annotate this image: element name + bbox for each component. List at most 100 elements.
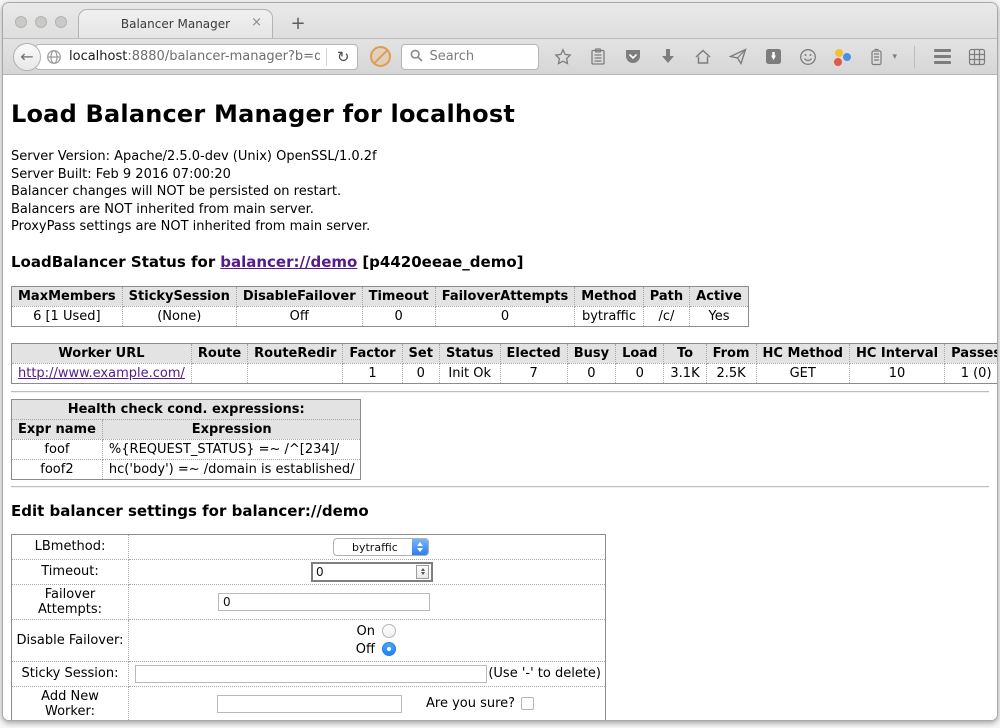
tab-balancer-manager[interactable]: Balancer Manager ×	[78, 9, 273, 38]
add-worker-label: Add New Worker:	[12, 686, 129, 720]
are-you-sure-checkbox[interactable]	[521, 697, 534, 710]
tiles-grid-icon[interactable]	[967, 47, 987, 67]
health-table-row-foof: foof %{REQUEST_STATUS} =~ /^[234]/	[12, 439, 361, 459]
battery-panel-icon[interactable]	[866, 47, 886, 67]
notice-balancers: Balancers are NOT inherited from main se…	[11, 201, 989, 219]
radio-off-label: Off	[345, 642, 375, 657]
content-blocked-icon[interactable]	[370, 46, 391, 67]
cell-expression-foof: %{REQUEST_STATUS} =~ /^[234]/	[102, 439, 361, 459]
bookmark-star-icon[interactable]	[553, 47, 573, 67]
browser-window: Balancer Manager × + ← localhost:8880/ba…	[2, 2, 998, 721]
tab-close-icon[interactable]: ×	[251, 16, 262, 30]
worker-table-row: http://www.example.com/ 1 0 Init Ok 7 0 …	[12, 363, 998, 383]
add-worker-row: Add New Worker: Are you sure?	[12, 686, 606, 720]
zoom-window-button[interactable]	[55, 16, 67, 28]
col-passes: Passes	[945, 343, 997, 363]
addon-colordots-icon[interactable]	[833, 48, 851, 66]
timeout-row: Timeout: 0	[12, 559, 606, 584]
server-built: Server Built: Feb 9 2016 07:00:20	[11, 166, 989, 184]
new-tab-button[interactable]: +	[286, 13, 310, 34]
url-text[interactable]: localhost:8880/balancer-manager?b=demo&n…	[69, 49, 320, 64]
balancer-demo-link[interactable]: balancer://demo	[220, 253, 357, 271]
navigation-toolbar: ← localhost:8880/balancer-manager?b=demo…	[3, 39, 997, 75]
server-version: Server Version: Apache/2.5.0-dev (Unix) …	[11, 148, 989, 166]
failover-attempts-input[interactable]: 0	[218, 593, 430, 611]
cell-factor: 1	[343, 363, 402, 383]
failover-row: Failover Attempts: 0	[12, 584, 606, 619]
worker-table: Worker URL Route RouteRedir Factor Set S…	[11, 343, 997, 384]
balancer-settings-form: LBmethod: bytraffic Timeout: 0	[11, 534, 606, 721]
search-bar[interactable]: Search	[401, 44, 539, 70]
url-host: localhost	[69, 49, 127, 64]
cell-from: 2.5K	[706, 363, 756, 383]
tab-title: Balancer Manager	[121, 17, 230, 31]
disable-failover-row: Disable Failover: On Off	[12, 619, 606, 661]
download-icon[interactable]	[658, 47, 678, 67]
title-bar: Balancer Manager × +	[3, 3, 997, 39]
failover-label: Failover Attempts:	[12, 584, 129, 619]
col-set: Set	[402, 343, 439, 363]
back-button[interactable]: ←	[13, 43, 41, 71]
home-icon[interactable]	[693, 47, 713, 67]
cell-expr-name-foof2: foof2	[12, 459, 103, 479]
col-timeout: Timeout	[362, 286, 435, 306]
cell-set: 0	[402, 363, 439, 383]
window-controls[interactable]	[15, 16, 67, 28]
add-worker-input[interactable]	[217, 695, 402, 713]
toolbar-separator	[914, 46, 915, 68]
sticky-session-input[interactable]	[135, 665, 487, 683]
col-maxmembers: MaxMembers	[12, 286, 123, 306]
lbmethod-select[interactable]: bytraffic	[333, 538, 429, 556]
col-active: Active	[690, 286, 749, 306]
timeout-input[interactable]: 0	[311, 562, 433, 582]
cell-expr-name-foof: foof	[12, 439, 103, 459]
divider-1	[11, 391, 989, 393]
health-table-title: Health check cond. expressions:	[12, 399, 361, 419]
bookmarks-menu-icon[interactable]	[588, 47, 608, 67]
menu-icon[interactable]	[932, 47, 952, 67]
reload-icon[interactable]: ↻	[333, 48, 354, 66]
minimize-window-button[interactable]	[35, 16, 47, 28]
col-worker-url: Worker URL	[12, 343, 192, 363]
worker-url-link[interactable]: http://www.example.com/	[18, 366, 185, 381]
search-placeholder: Search	[429, 49, 474, 64]
save-page-icon[interactable]	[763, 47, 783, 67]
col-failoverattempts: FailoverAttempts	[435, 286, 575, 306]
url-path: :8880/balancer-manager?b=demo&nonce=decc…	[127, 49, 320, 64]
health-table-title-row: Health check cond. expressions:	[12, 399, 361, 419]
timeout-value: 0	[313, 565, 416, 579]
pocket-icon[interactable]	[623, 47, 643, 67]
server-info: Server Version: Apache/2.5.0-dev (Unix) …	[11, 148, 989, 236]
col-expr-name: Expr name	[12, 419, 103, 439]
notice-proxypass: ProxyPass settings are NOT inherited fro…	[11, 218, 989, 236]
radio-off[interactable]	[382, 642, 396, 656]
panel-dropdown-caret[interactable]: ▾	[892, 52, 897, 62]
cell-path: /c/	[643, 306, 689, 326]
cell-maxmembers: 6 [1 Used]	[12, 306, 123, 326]
cell-busy: 0	[567, 363, 615, 383]
col-busy: Busy	[567, 343, 615, 363]
page-title: Load Balancer Manager for localhost	[11, 100, 989, 128]
cell-method: bytraffic	[575, 306, 643, 326]
select-stepper-icon	[412, 539, 428, 555]
close-window-button[interactable]	[15, 16, 27, 28]
cell-hc-method: GET	[756, 363, 849, 383]
col-from: From	[706, 343, 756, 363]
cell-disablefailover: Off	[236, 306, 362, 326]
back-icon: ←	[20, 47, 33, 66]
lbmethod-selected-value: bytraffic	[334, 539, 412, 555]
url-bar[interactable]: localhost:8880/balancer-manager?b=demo&n…	[35, 44, 358, 70]
cell-routeredir	[248, 363, 343, 383]
globe-icon	[46, 49, 62, 65]
number-stepper-icon[interactable]	[416, 565, 429, 579]
col-expression: Expression	[102, 419, 361, 439]
radio-on[interactable]	[382, 624, 396, 638]
toolbar-icons: ▾	[553, 46, 987, 68]
col-method: Method	[575, 286, 643, 306]
feedback-smiley-icon[interactable]	[798, 47, 818, 67]
send-tab-icon[interactable]	[728, 47, 748, 67]
disable-failover-label: Disable Failover:	[12, 619, 129, 661]
health-table-header-row: Expr name Expression	[12, 419, 361, 439]
urlbar-separator	[326, 48, 327, 66]
cell-active: Yes	[690, 306, 749, 326]
